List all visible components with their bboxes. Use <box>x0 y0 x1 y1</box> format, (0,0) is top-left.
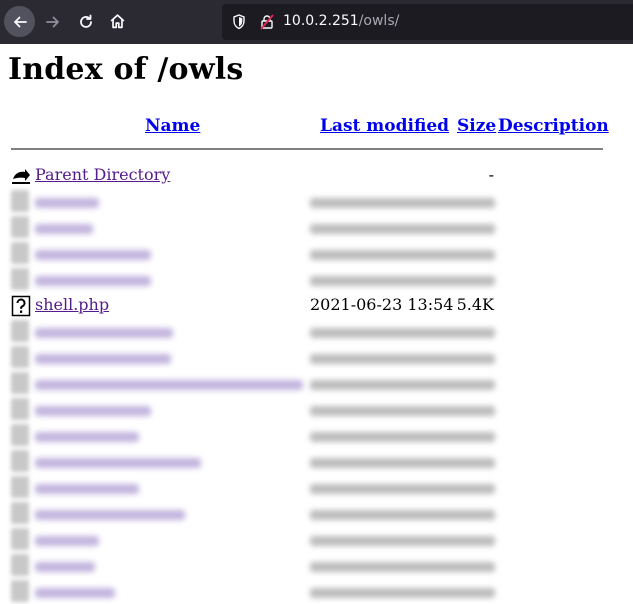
file-icon <box>11 372 29 394</box>
table-row-redacted <box>0 240 633 266</box>
redacted-file-link[interactable] <box>35 562 95 572</box>
row-last-modified: 2021-06-23 13:54 <box>310 295 454 314</box>
sort-by-size-link[interactable]: Size <box>457 116 496 136</box>
redacted-date-size <box>310 484 495 494</box>
file-icon <box>11 398 29 420</box>
table-row-shell-php: shell.php 2021-06-23 13:54 5.4K <box>0 292 633 318</box>
arrow-right-icon <box>45 16 59 27</box>
redacted-file-link[interactable] <box>35 588 115 598</box>
shield-icon[interactable] <box>232 14 246 30</box>
file-icon <box>11 242 29 264</box>
file-icon <box>11 450 29 472</box>
table-row-redacted <box>0 448 633 474</box>
header-divider <box>11 148 603 150</box>
table-row-redacted <box>0 422 633 448</box>
file-icon <box>11 190 29 212</box>
file-icon <box>11 424 29 446</box>
redacted-date-size <box>310 224 495 234</box>
redacted-date-size <box>310 510 495 520</box>
address-bar[interactable]: 10.0.2.251/owls/ <box>222 4 633 40</box>
reload-button[interactable] <box>70 6 101 37</box>
file-icon <box>11 476 29 498</box>
unknown-file-icon <box>11 295 31 317</box>
redacted-file-link[interactable] <box>35 510 185 520</box>
back-arrow-icon <box>12 169 30 184</box>
shell-php-link[interactable]: shell.php <box>35 295 109 314</box>
table-row-redacted <box>0 526 633 552</box>
redacted-date-size <box>310 562 495 572</box>
browser-toolbar: 10.0.2.251/owls/ <box>0 0 633 44</box>
sort-by-description-link[interactable]: Description <box>498 116 609 136</box>
redacted-file-link[interactable] <box>35 354 171 364</box>
table-row-redacted <box>0 500 633 526</box>
table-row-redacted <box>0 214 633 240</box>
table-row-redacted <box>0 578 633 604</box>
sort-by-name-link[interactable]: Name <box>145 116 200 136</box>
parent-directory-link[interactable]: Parent Directory <box>35 165 170 184</box>
redacted-file-link[interactable] <box>35 406 151 416</box>
redacted-date-size <box>310 250 495 260</box>
file-icon <box>11 320 29 342</box>
row-size: - <box>488 165 494 184</box>
file-icon <box>11 502 29 524</box>
back-button[interactable] <box>4 6 35 37</box>
redacted-file-link[interactable] <box>35 250 151 260</box>
file-icon <box>11 580 29 602</box>
redacted-file-link[interactable] <box>35 224 93 234</box>
sort-by-last-modified-link[interactable]: Last modified <box>320 116 449 136</box>
redacted-date-size <box>310 458 495 468</box>
row-size: 5.4K <box>456 295 494 314</box>
table-row-redacted <box>0 188 633 214</box>
url-text[interactable]: 10.0.2.251/owls/ <box>283 13 399 29</box>
redacted-date-size <box>310 536 495 546</box>
home-icon <box>110 14 125 29</box>
insecure-lock-icon[interactable] <box>259 14 275 30</box>
redacted-file-link[interactable] <box>35 484 139 494</box>
redacted-file-link[interactable] <box>35 536 99 546</box>
table-row-redacted <box>0 266 633 292</box>
table-row-redacted <box>0 474 633 500</box>
redacted-date-size <box>310 588 495 598</box>
home-button[interactable] <box>102 6 133 37</box>
table-row-redacted <box>0 396 633 422</box>
redacted-file-link[interactable] <box>35 328 173 338</box>
table-row-redacted <box>0 370 633 396</box>
file-icon <box>11 268 29 290</box>
file-icon <box>11 528 29 550</box>
redacted-date-size <box>310 406 495 416</box>
table-row-redacted <box>0 552 633 578</box>
url-host: 10.0.2.251 <box>283 13 359 29</box>
reload-icon <box>79 14 92 28</box>
redacted-date-size <box>310 380 495 390</box>
table-row-parent-directory: Parent Directory - <box>0 162 633 188</box>
page-title: Index of /owls <box>8 52 244 87</box>
url-path: /owls/ <box>358 13 400 29</box>
redacted-file-link[interactable] <box>35 380 303 390</box>
redacted-date-size <box>310 432 495 442</box>
table-row-redacted <box>0 318 633 344</box>
redacted-date-size <box>310 354 495 364</box>
redacted-file-link[interactable] <box>35 458 201 468</box>
redacted-date-size <box>310 276 495 286</box>
arrow-left-icon <box>13 16 27 27</box>
file-icon <box>11 554 29 576</box>
redacted-date-size <box>310 198 495 208</box>
forward-button[interactable] <box>37 6 68 37</box>
redacted-date-size <box>310 328 495 338</box>
file-icon <box>11 216 29 238</box>
table-row-redacted <box>0 344 633 370</box>
redacted-file-link[interactable] <box>35 276 151 286</box>
redacted-file-link[interactable] <box>35 198 99 208</box>
file-icon <box>11 346 29 368</box>
redacted-file-link[interactable] <box>35 432 139 442</box>
